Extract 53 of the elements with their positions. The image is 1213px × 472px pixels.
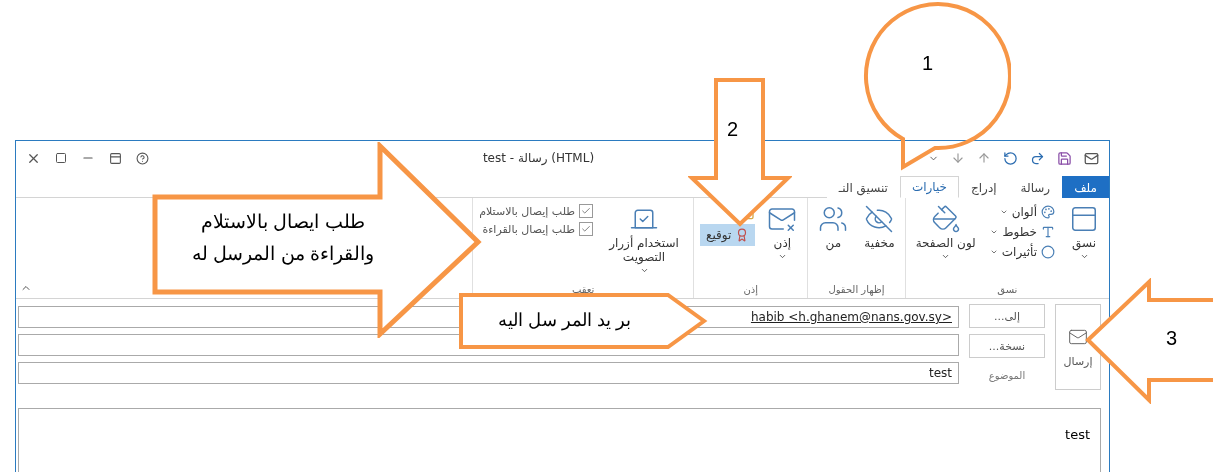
ribbon-icon [1041, 205, 1055, 219]
ribbon-button[interactable]: لون الصفحة [911, 202, 980, 263]
checkbox[interactable]: طلب إيصال بالاستلام [479, 204, 594, 218]
ribbon-button[interactable]: إذن [763, 202, 802, 263]
callout-text: طلب ايصال بالاستلام والقراءة من المرسل له [191, 210, 375, 267]
ribbon-button[interactable]: تأثيرات [987, 244, 1057, 260]
checkbox-box[interactable] [579, 204, 594, 218]
caret-icon [990, 228, 999, 236]
checkbox[interactable]: طلب إيصال بالقراءة [479, 222, 594, 236]
subject-field[interactable]: test [18, 362, 959, 384]
ribbon-icon [864, 204, 895, 234]
checkbox-box[interactable] [579, 222, 594, 236]
signature-button[interactable]: توقيع [700, 224, 756, 246]
ribbon-display-icon[interactable] [109, 151, 122, 165]
caret-icon [989, 248, 998, 256]
ribbon-button[interactable]: من [814, 202, 853, 252]
message-body[interactable]: test [18, 408, 1101, 472]
ribbon-tab[interactable]: خيارات [899, 176, 959, 198]
callout-tooltip: بر يد المر سل اليه [458, 292, 708, 350]
ribbon-button[interactable]: نسق [1065, 202, 1103, 263]
ribbon-icon [1041, 225, 1055, 239]
callout-number: 1 [922, 52, 934, 75]
undo-icon[interactable] [1003, 150, 1018, 166]
caret-icon [777, 252, 787, 261]
redo-icon[interactable] [1030, 150, 1045, 166]
subject-label: الموضوع [987, 368, 1027, 384]
window-title: test - رسالة (HTML) [481, 151, 596, 165]
ribbon-button[interactable]: مخفية [860, 202, 899, 252]
callout-number: 3 [1166, 327, 1178, 350]
to-button[interactable]: إلى... [969, 304, 1045, 328]
ribbon-icon [818, 204, 849, 234]
caret-icon [639, 266, 649, 275]
maximize-icon[interactable] [55, 152, 67, 164]
ribbon-tab[interactable]: ملف [1062, 176, 1109, 198]
callout-number: 2 [727, 118, 739, 141]
help-icon[interactable] [136, 151, 149, 165]
group-label: إظهار الحقول [827, 284, 886, 298]
caret-icon [941, 252, 951, 261]
group-label: إذن [742, 284, 759, 298]
recipient-link[interactable]: habib <h.ghanem@nans.gov.sy> [750, 310, 952, 324]
ribbon-icon [1041, 245, 1055, 259]
ribbon-button[interactable]: استخدام أزرار التصويت [601, 202, 688, 277]
save-icon[interactable] [1057, 150, 1072, 166]
ribbon-button[interactable]: ألوان [987, 204, 1057, 220]
caret-icon [999, 208, 1008, 216]
send-button[interactable]: إرسال [1055, 304, 1101, 390]
app-icon[interactable] [1084, 150, 1099, 166]
ribbon-icon [1069, 204, 1099, 234]
ribbon-button[interactable]: خطوط [987, 224, 1057, 240]
caret-icon [1079, 252, 1089, 261]
cc-button[interactable]: نسخة... [969, 334, 1045, 358]
ribbon-icon [930, 204, 961, 234]
group-label: نسق [996, 284, 1019, 297]
